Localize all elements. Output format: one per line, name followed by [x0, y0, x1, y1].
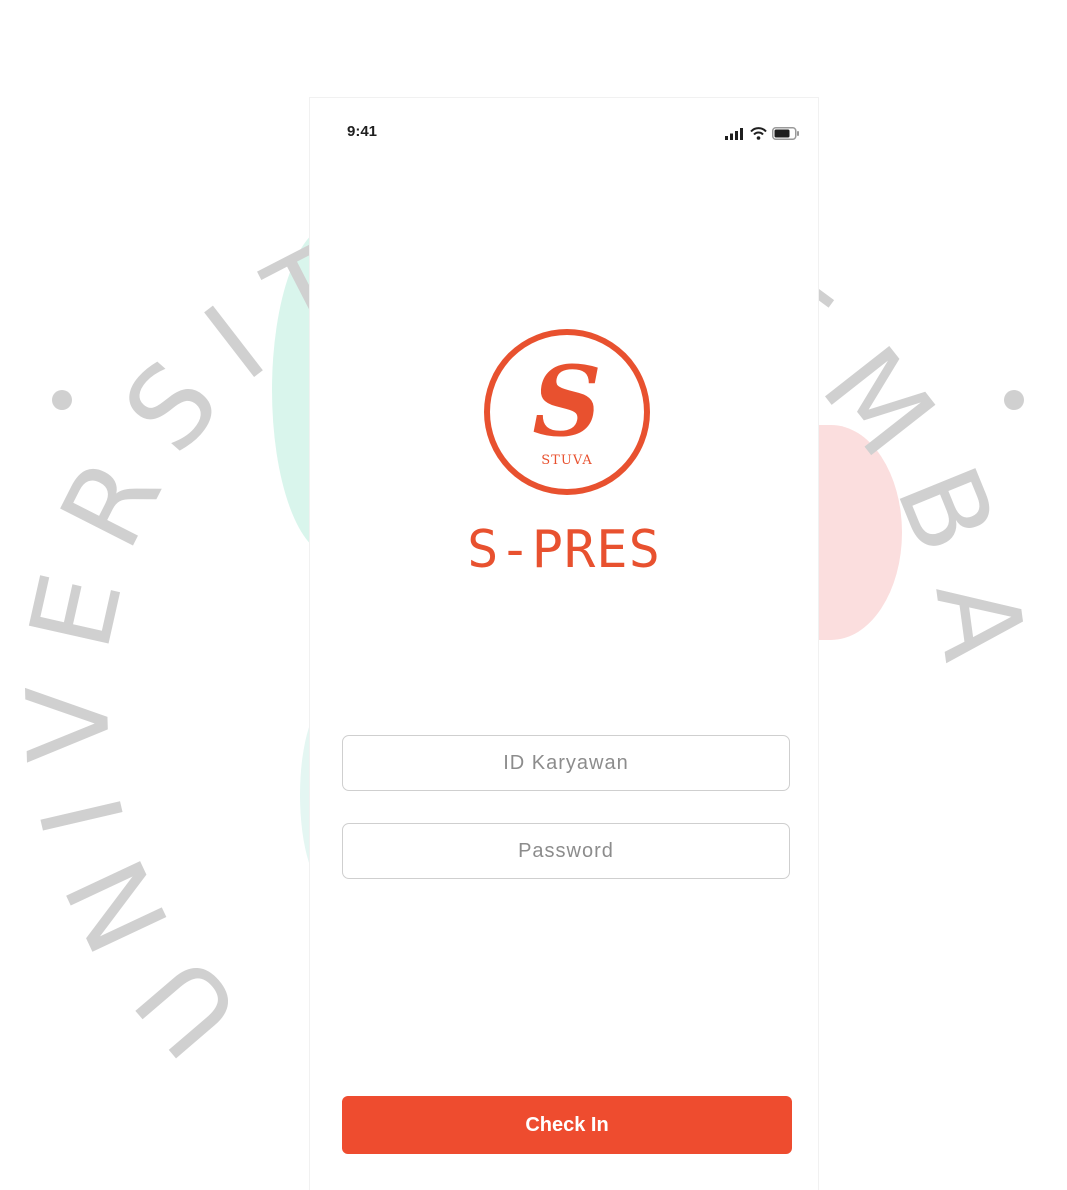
status-bar: 9:41 [310, 98, 818, 158]
battery-icon [772, 127, 799, 140]
status-time: 9:41 [347, 123, 378, 140]
signal-icon [725, 127, 743, 140]
wifi-icon [750, 127, 767, 140]
watermark-dot-left [52, 390, 72, 410]
app-title: S-PRES [467, 520, 661, 580]
employee-id-input[interactable] [342, 735, 790, 791]
stuva-logo: S STUVA [484, 329, 650, 495]
logo-monogram: S [532, 345, 601, 458]
login-screen: 9:41 S STUVA S-PRES Ch [310, 98, 818, 1190]
password-input[interactable] [342, 823, 790, 879]
status-icons [725, 127, 800, 140]
watermark-dot-right [1004, 390, 1024, 410]
check-in-button[interactable]: Check In [342, 1096, 792, 1154]
logo-wordmark: STUVA [541, 453, 592, 468]
